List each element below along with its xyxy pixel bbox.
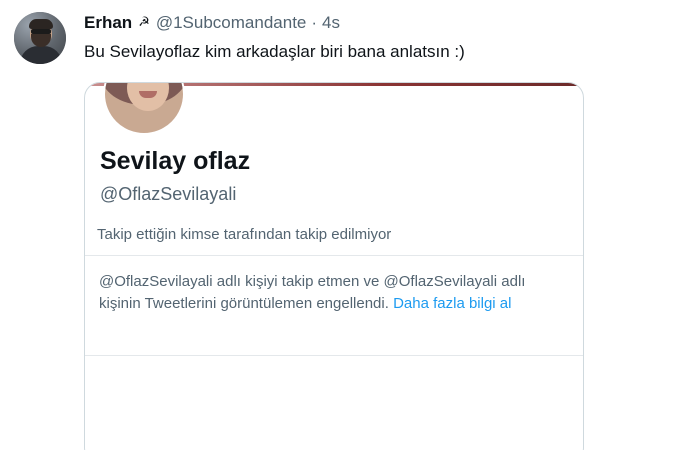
profile-avatar[interactable] — [103, 83, 185, 135]
tweet-text: Bu Sevilayoflaz kim arkadaşlar biri bana… — [84, 42, 465, 61]
tweet-header: Erhan ☭ @1Subcomandante · 4s — [84, 12, 340, 34]
header-separator: · — [311, 13, 318, 32]
profile-card[interactable]: Sevilay oflaz @OflazSevilayali Takip ett… — [84, 82, 584, 450]
hammer-sickle-icon: ☭ — [138, 14, 150, 29]
avatar-hair — [29, 19, 53, 29]
card-divider-top — [85, 255, 583, 256]
author-avatar[interactable] — [14, 12, 66, 64]
learn-more-link[interactable]: Daha fazla bilgi al — [393, 295, 511, 312]
profile-display-name[interactable]: Sevilay oflaz — [100, 147, 250, 176]
card-divider-bottom — [85, 355, 583, 356]
avatar-glasses — [31, 29, 51, 34]
author-name[interactable]: Erhan — [84, 13, 132, 33]
tweet-timestamp[interactable]: 4s — [322, 13, 340, 33]
tweet: Erhan ☭ @1Subcomandante · 4s Bu Sevilayo… — [0, 0, 690, 450]
follow-context-note: Takip ettiğin kimse tarafından takip edi… — [97, 226, 392, 243]
profile-handle[interactable]: @OflazSevilayali — [100, 184, 236, 205]
blocked-notice: @OflazSevilayali adlı kişiyi takip etmen… — [99, 271, 569, 315]
author-handle[interactable]: @1Subcomandante — [156, 13, 307, 33]
